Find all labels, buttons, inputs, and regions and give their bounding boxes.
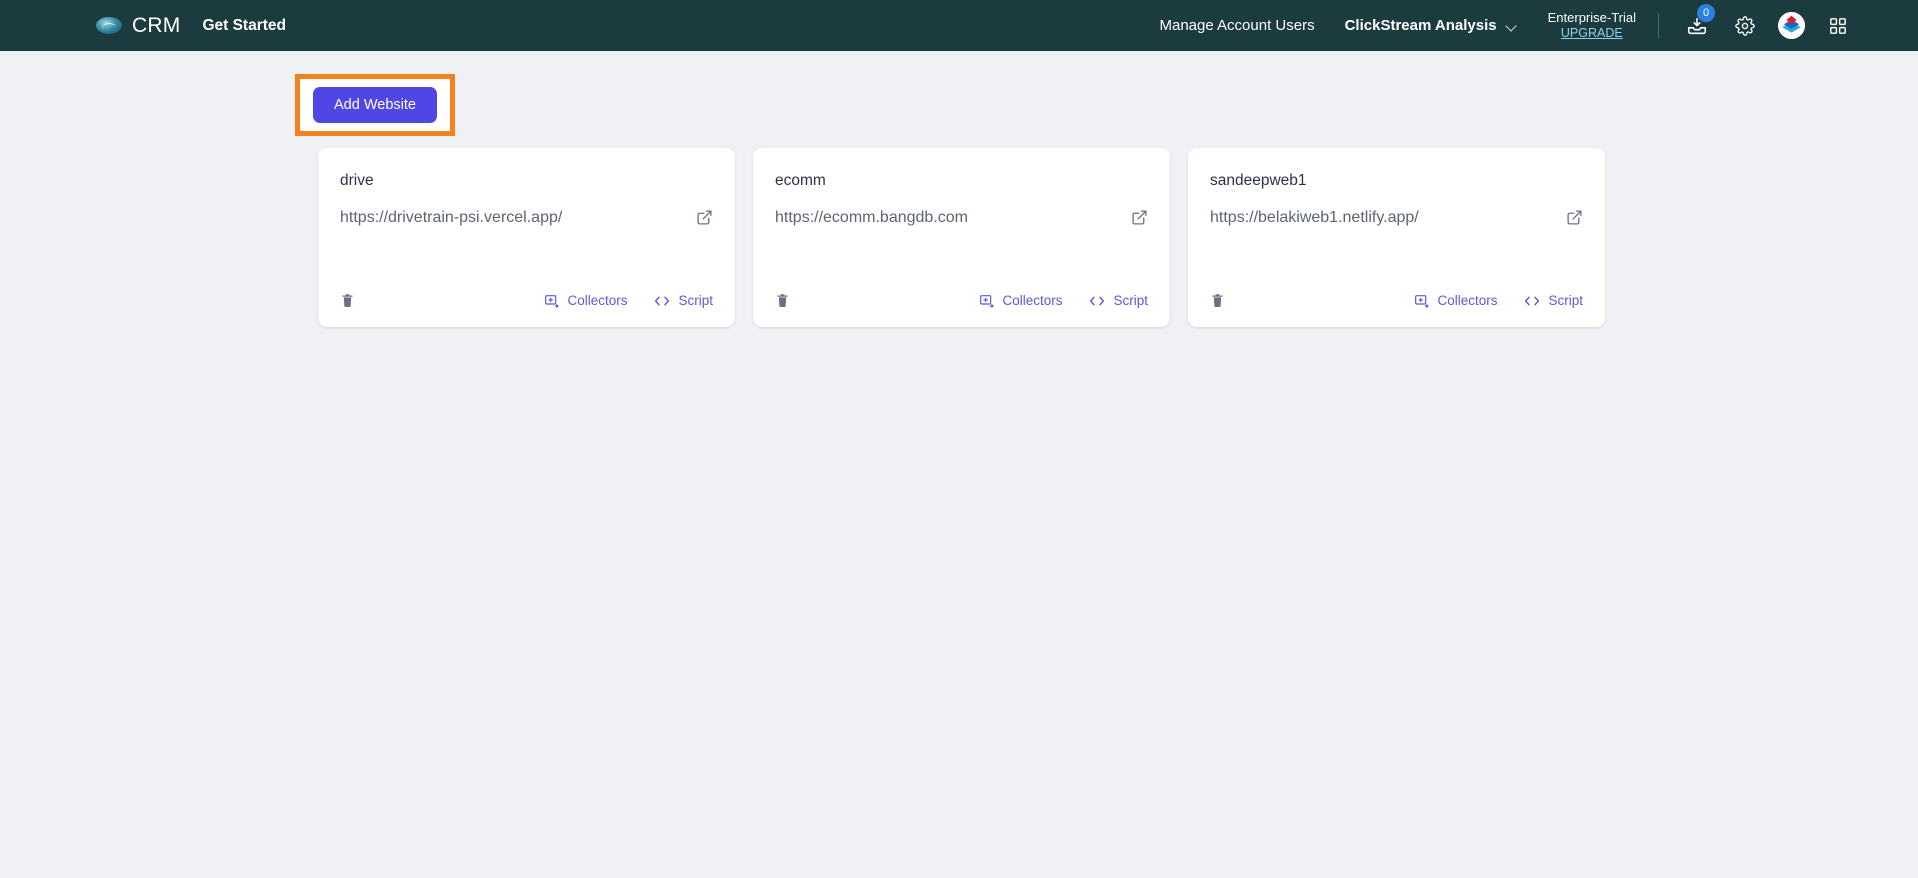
trash-icon[interactable] <box>340 292 355 309</box>
collectors-label: Collectors <box>1437 293 1498 308</box>
collectors-action[interactable]: Collectors <box>979 293 1062 309</box>
header-right-group: Manage Account Users ClickStream Analysi… <box>1146 3 1863 43</box>
website-card: ecomm https://ecomm.bangdb.com Collector… <box>753 148 1170 327</box>
add-website-button[interactable]: Add Website <box>313 87 437 123</box>
brand-name: CRM <box>132 13 181 37</box>
website-card-url-row: https://ecomm.bangdb.com <box>775 209 1148 227</box>
trash-icon[interactable] <box>1210 292 1225 309</box>
external-link-icon[interactable] <box>696 209 713 226</box>
website-card-title: sandeepweb1 <box>1210 172 1307 189</box>
website-card-actions: Collectors Script <box>979 293 1148 309</box>
inbox-badge: 0 <box>1697 3 1715 22</box>
inbox-download-icon[interactable]: 0 <box>1680 3 1715 43</box>
collectors-label: Collectors <box>567 293 628 308</box>
collectors-action[interactable]: Collectors <box>1414 293 1497 309</box>
add-collector-icon <box>1414 293 1430 309</box>
add-collector-icon <box>979 293 995 309</box>
code-brackets-icon <box>1523 294 1541 308</box>
website-card-title: ecomm <box>775 172 826 189</box>
nav-manage-account-users[interactable]: Manage Account Users <box>1146 17 1329 34</box>
upgrade-link[interactable]: UPGRADE <box>1561 26 1623 40</box>
external-link-icon[interactable] <box>1131 209 1148 226</box>
website-card-url: https://ecomm.bangdb.com <box>775 208 968 226</box>
website-card: drive https://drivetrain-psi.vercel.app/ <box>318 148 735 327</box>
website-card-title: drive <box>340 172 374 189</box>
bangdb-logo-icon[interactable] <box>1778 12 1805 39</box>
nav-clickstream-analysis[interactable]: ClickStream Analysis <box>1329 17 1530 34</box>
main-content: Add Website drive https://drivetrain-psi… <box>0 51 1918 327</box>
script-label: Script <box>1113 293 1148 308</box>
app-header: CRM Get Started Manage Account Users Cli… <box>0 0 1918 51</box>
trash-icon[interactable] <box>775 292 790 309</box>
script-action[interactable]: Script <box>653 293 713 308</box>
gear-icon[interactable] <box>1728 9 1762 43</box>
script-action[interactable]: Script <box>1088 293 1148 308</box>
website-card-footer: Collectors Script <box>340 292 713 309</box>
add-website-highlight: Add Website <box>295 74 455 136</box>
header-divider <box>1658 13 1659 38</box>
website-card-footer: Collectors Script <box>775 292 1148 309</box>
website-card-url: https://belakiweb1.netlify.app/ <box>1210 208 1419 226</box>
nav-clickstream-analysis-label: ClickStream Analysis <box>1344 17 1497 34</box>
website-card-actions: Collectors Script <box>1414 293 1583 309</box>
website-card-footer: Collectors Script <box>1210 292 1583 309</box>
code-brackets-icon <box>653 294 671 308</box>
plan-name: Enterprise-Trial <box>1547 9 1636 25</box>
website-card-url-row: https://drivetrain-psi.vercel.app/ <box>340 209 713 227</box>
collectors-action[interactable]: Collectors <box>544 293 627 309</box>
script-label: Script <box>678 293 713 308</box>
add-collector-icon <box>544 293 560 309</box>
website-card-url: https://drivetrain-psi.vercel.app/ <box>340 208 563 226</box>
website-card-list: drive https://drivetrain-psi.vercel.app/ <box>318 148 1918 327</box>
script-action[interactable]: Script <box>1523 293 1583 308</box>
chevron-down-icon <box>1507 22 1518 29</box>
header-left-group: CRM Get Started <box>0 14 286 38</box>
website-card-url-row: https://belakiweb1.netlify.app/ <box>1210 209 1583 227</box>
website-card-actions: Collectors Script <box>544 293 713 309</box>
cloud-logo-icon <box>96 17 122 34</box>
nav-get-started[interactable]: Get Started <box>202 17 286 35</box>
external-link-icon[interactable] <box>1566 209 1583 226</box>
script-label: Script <box>1548 293 1583 308</box>
brand[interactable]: CRM <box>96 14 180 38</box>
code-brackets-icon <box>1088 294 1106 308</box>
website-card: sandeepweb1 https://belakiweb1.netlify.a… <box>1188 148 1605 327</box>
apps-grid-icon[interactable] <box>1821 9 1855 43</box>
collectors-label: Collectors <box>1002 293 1063 308</box>
plan-block: Enterprise-Trial UPGRADE <box>1530 9 1650 40</box>
